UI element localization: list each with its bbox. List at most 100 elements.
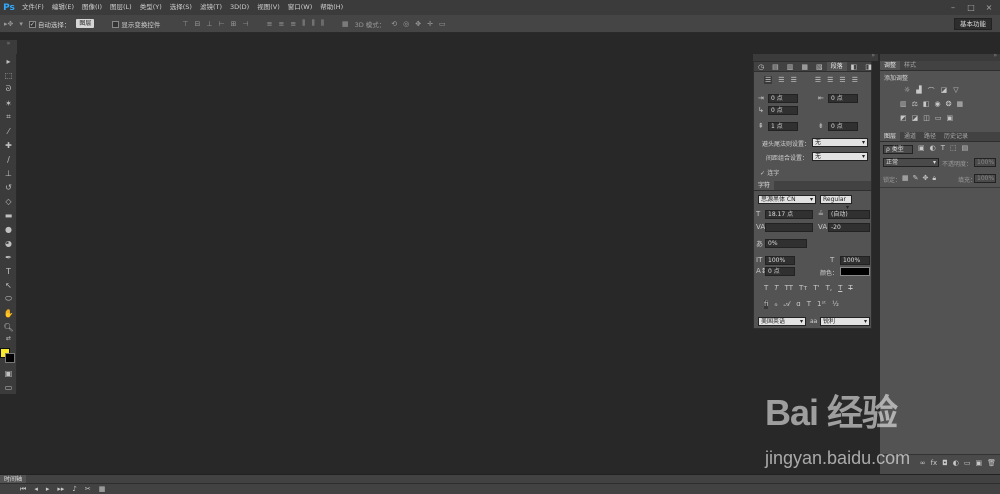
mojikumi-dropdown[interactable]: 无 ▾ (812, 152, 868, 161)
panel-icon-4[interactable]: ▦ (797, 62, 812, 71)
tsume-field[interactable]: 0% (765, 239, 807, 248)
posterize-icon[interactable]: ◪ (912, 114, 919, 122)
brightness-icon[interactable]: ☼ (904, 86, 910, 96)
delete-layer-icon[interactable]: 🗑︎ (987, 459, 996, 467)
magic-wand-tool-icon[interactable]: ✶ (0, 96, 17, 110)
toolbar-header[interactable]: » (0, 40, 17, 54)
tab-character[interactable]: 字符 (754, 181, 775, 190)
zoom-tool-icon[interactable]: 🔍︎ (0, 320, 17, 334)
panel-icon-3[interactable]: ▥ (783, 62, 798, 71)
filter-shape-icon[interactable]: ⬚ (950, 144, 957, 152)
3d-slide-icon[interactable]: ✛ (427, 20, 433, 28)
faux-bold-button[interactable]: T (764, 284, 768, 292)
menu-filter[interactable]: 滤镜(T) (196, 0, 226, 15)
underline-button[interactable]: T (838, 284, 842, 292)
swap-colors-icon[interactable]: ⇄ (0, 334, 17, 342)
subscript-button[interactable]: T, (826, 284, 833, 292)
prev-frame-icon[interactable]: ◂ (34, 485, 38, 494)
panel-dock-header[interactable]: » (753, 52, 878, 61)
tool-preset-chevron-icon[interactable]: ▾ (19, 20, 23, 28)
crop-tool-icon[interactable]: ⌗ (0, 110, 17, 124)
pen-tool-icon[interactable]: ✒ (0, 250, 17, 264)
menu-select[interactable]: 选择(S) (166, 0, 196, 15)
menu-view[interactable]: 视图(V) (253, 0, 284, 15)
align-center-text-icon[interactable]: ☰ (778, 76, 784, 84)
3d-roll-icon[interactable]: ◎ (403, 20, 409, 28)
hue-saturation-icon[interactable]: ▥ (900, 100, 907, 108)
align-hcenter-icon[interactable]: ⊞ (231, 20, 237, 28)
history-brush-tool-icon[interactable]: ↺ (0, 180, 17, 194)
justify-all-icon[interactable]: ☰ (852, 76, 858, 84)
play-icon[interactable]: ▸ (46, 485, 50, 494)
justify-last-center-icon[interactable]: ☰ (827, 76, 833, 84)
distribute-top-icon[interactable]: ≡ (267, 20, 273, 28)
panel-icon-1[interactable]: ◷ (754, 62, 768, 71)
dodge-tool-icon[interactable]: ◕ (0, 236, 17, 250)
tab-styles[interactable]: 样式 (900, 61, 920, 70)
fill-field[interactable]: 100% (974, 174, 996, 183)
panel-icon-6[interactable]: ◧ (847, 62, 862, 71)
canvas-area[interactable] (18, 34, 752, 474)
lasso-tool-icon[interactable]: ᘐ (0, 82, 17, 96)
leading-field[interactable]: (自动) (828, 210, 870, 219)
next-frame-icon[interactable]: ▸▸ (57, 485, 64, 494)
clone-stamp-tool-icon[interactable]: ⊥ (0, 166, 17, 180)
align-top-icon[interactable]: ⊤ (182, 20, 188, 28)
opacity-field[interactable]: 100% (974, 158, 996, 167)
old-style-icon[interactable]: ℴ (774, 300, 777, 309)
align-left-icon[interactable]: ⊢ (219, 20, 225, 28)
align-left-text-icon[interactable]: ☰ (764, 76, 773, 84)
language-dropdown[interactable]: 美国英语 ▾ (758, 317, 806, 326)
blend-mode-dropdown[interactable]: 正常 ▾ (883, 158, 939, 167)
color-lookup-icon[interactable]: ▦ (957, 100, 964, 108)
channel-mixer-icon[interactable]: ❂ (946, 100, 952, 108)
auto-select-checkbox[interactable]: 自动选择： (28, 19, 70, 29)
collapse-icon[interactable]: » (871, 52, 875, 59)
tab-paragraph[interactable]: 段落 (826, 62, 847, 71)
brush-tool-icon[interactable]: ∕ (0, 152, 17, 166)
panel-icon-7[interactable]: ◨ (861, 62, 876, 71)
filter-pixel-icon[interactable]: ▣ (918, 144, 925, 152)
distribute-hcenter-icon[interactable]: ⫼ (311, 19, 314, 28)
vibrance-icon[interactable]: ▽ (953, 86, 958, 96)
quick-mask-icon[interactable]: ▣ (0, 366, 17, 380)
lock-all-icon[interactable]: 🔒︎ (932, 174, 936, 183)
show-transform-checkbox[interactable]: 显示变换控件 (112, 19, 160, 29)
space-before-field[interactable]: 1 点 (768, 122, 798, 131)
shape-tool-icon[interactable]: ⬭ (0, 292, 17, 306)
hyphenate-checkbox[interactable]: ✓ 连字 (760, 168, 779, 177)
gradient-map-icon[interactable]: ▭ (935, 114, 942, 122)
marquee-tool-icon[interactable]: ⬚ (0, 68, 17, 82)
ligature-icon[interactable]: ﬁ (764, 300, 769, 309)
auto-align-icon[interactable]: ▦ (342, 20, 349, 28)
3d-drag-icon[interactable]: ✥ (415, 20, 421, 28)
align-vcenter-icon[interactable]: ⊟ (195, 20, 201, 28)
cut-icon[interactable]: ✂ (85, 485, 91, 494)
right-dock-header[interactable]: » (880, 52, 1000, 61)
eraser-tool-icon[interactable]: ◇ (0, 194, 17, 208)
stylistic-alt-icon[interactable]: ɑ (796, 300, 800, 309)
lock-transparent-icon[interactable]: ▦ (902, 174, 909, 183)
ordinals-icon[interactable]: 1ˢᵗ (817, 300, 826, 309)
invert-icon[interactable]: ◩ (900, 114, 907, 122)
small-caps-button[interactable]: Tт (799, 284, 807, 292)
menu-3d[interactable]: 3D(D) (226, 0, 253, 15)
baseline-shift-field[interactable]: 0 点 (765, 267, 795, 276)
tab-channels[interactable]: 通道 (900, 132, 920, 141)
font-size-field[interactable]: 18.17 点 (765, 210, 813, 219)
close-button[interactable]: × (984, 3, 994, 13)
indent-first-line-field[interactable]: 0 点 (768, 106, 798, 115)
3d-rotate-icon[interactable]: ⟲ (391, 20, 397, 28)
photo-filter-icon[interactable]: ◉ (935, 100, 941, 108)
vertical-scale-field[interactable]: 100% (765, 256, 795, 265)
lock-pixels-icon[interactable]: ✎ (913, 174, 919, 183)
filter-smart-icon[interactable]: ▤ (962, 144, 969, 152)
eyedropper-tool-icon[interactable]: ⁄ (0, 124, 17, 138)
tracking-field[interactable]: -20 (828, 223, 870, 232)
tab-adjustments[interactable]: 调整 (880, 61, 901, 70)
align-right-icon[interactable]: ⊣ (243, 20, 249, 28)
menu-image[interactable]: 图像(I) (78, 0, 106, 15)
kinsoku-dropdown[interactable]: 无 ▾ (812, 138, 868, 147)
path-selection-tool-icon[interactable]: ↖ (0, 278, 17, 292)
selective-color-icon[interactable]: ▣ (947, 114, 954, 122)
